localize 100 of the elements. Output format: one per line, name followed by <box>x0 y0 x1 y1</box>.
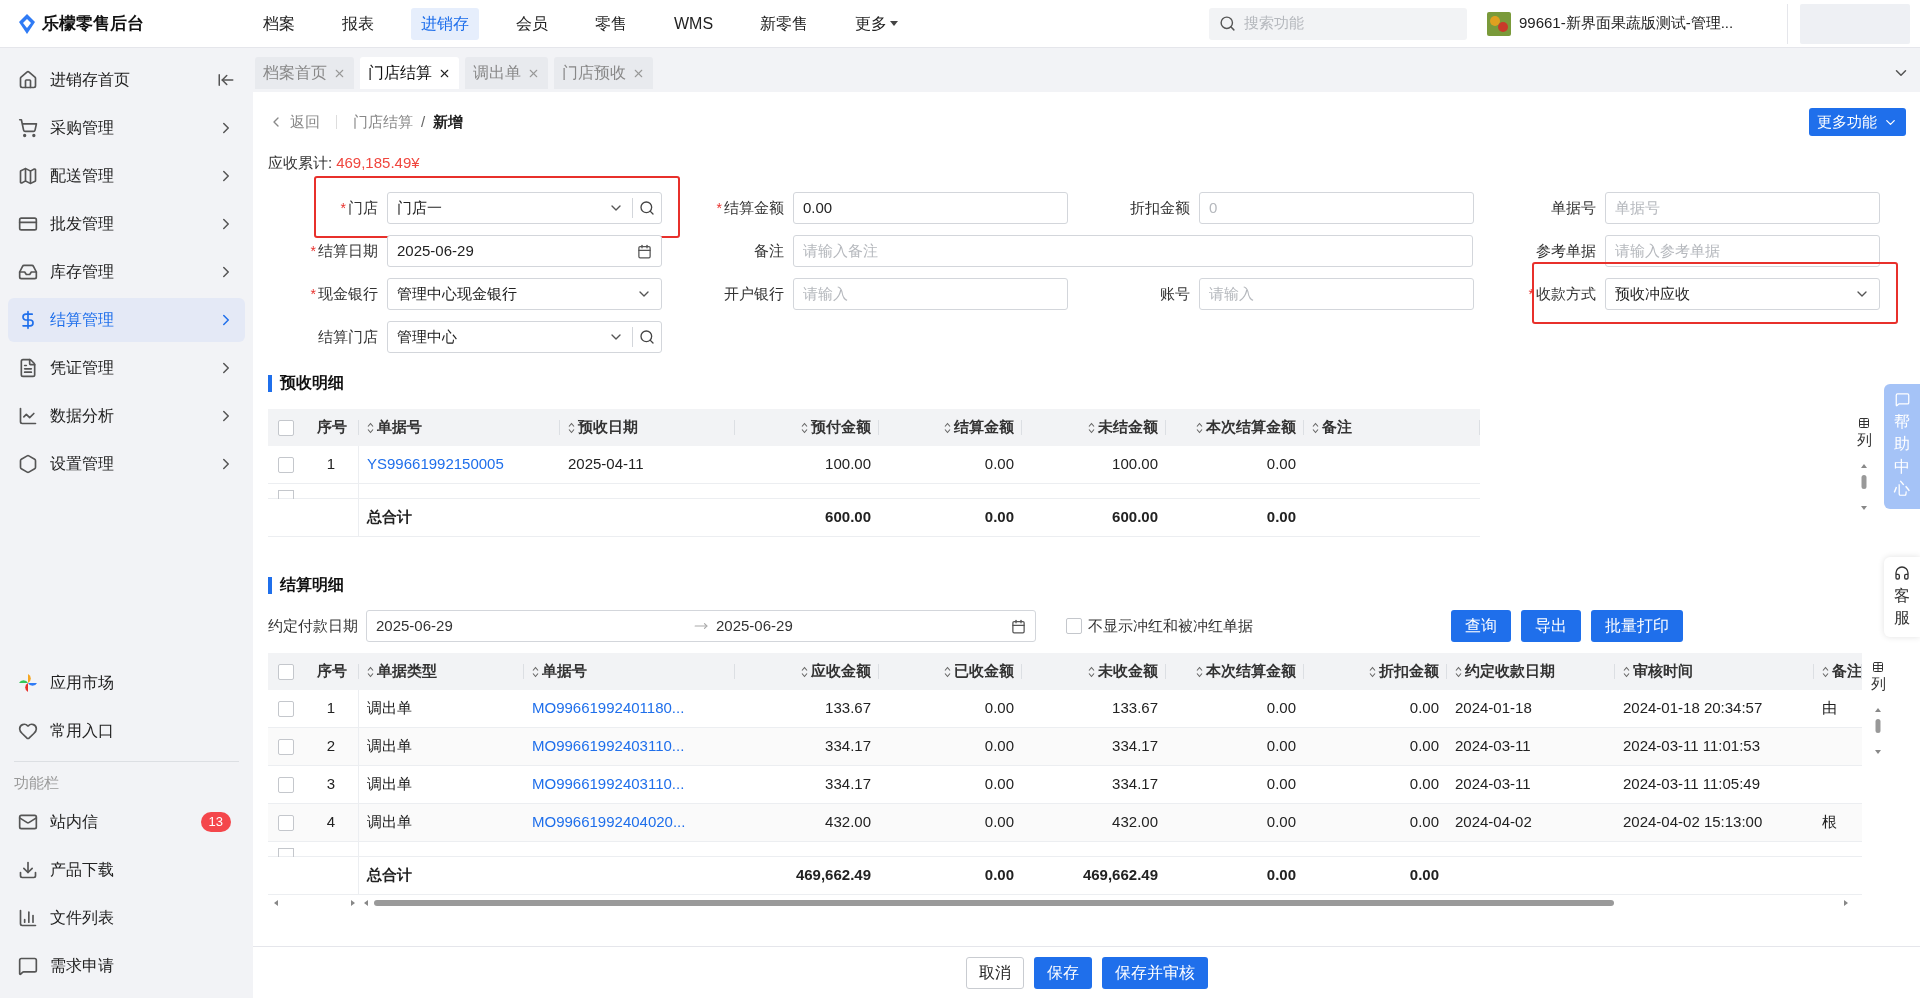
total-cell-text: 0.00 <box>1266 507 1296 528</box>
footer-button[interactable]: 取消 <box>965 956 1024 989</box>
document-link[interactable]: MO99661992403110... <box>532 773 685 796</box>
table-cell-text: 0.00 <box>1266 774 1296 795</box>
checkbox[interactable] <box>278 776 294 793</box>
more-functions-button[interactable]: 更多功能 <box>1809 108 1906 136</box>
sidebar-item[interactable]: 常用入口 <box>8 708 245 753</box>
row-number: 4 <box>326 812 336 833</box>
column-header[interactable]: 折扣金额 <box>1379 660 1439 683</box>
input-field[interactable]: 0.00 <box>793 192 1068 224</box>
sidebar-item[interactable]: 产品下载 <box>8 848 245 892</box>
search-icon[interactable] <box>639 200 655 216</box>
collapse-icon[interactable] <box>217 71 235 89</box>
nav-tab[interactable]: 更多 <box>845 7 909 40</box>
column-header[interactable]: 未收金额 <box>1098 660 1158 683</box>
action-button[interactable]: 批量打印 <box>1591 610 1683 642</box>
search-icon[interactable] <box>639 329 655 345</box>
sidebar-item[interactable]: 数据分析 <box>8 394 245 438</box>
column-settings-button[interactable]: 列 <box>1870 661 1886 696</box>
column-header[interactable]: 单据号 <box>542 660 587 683</box>
column-header[interactable]: 本次结算金额 <box>1206 660 1296 683</box>
nav-tab[interactable]: 会员 <box>506 7 558 40</box>
total-cell-text: 总合计 <box>367 865 412 886</box>
row-number: 2 <box>326 736 336 757</box>
table-cell-text: 0.00 <box>1409 812 1439 833</box>
document-link[interactable]: MO99661992403110... <box>532 735 685 758</box>
action-button[interactable]: 导出 <box>1521 610 1581 642</box>
sidebar-item[interactable]: 需求申请 <box>8 944 245 988</box>
column-header[interactable]: 未结金额 <box>1098 416 1158 439</box>
breadcrumb-item[interactable]: 门店结算 <box>353 110 413 134</box>
nav-tab[interactable]: 零售 <box>585 7 637 40</box>
column-header[interactable]: 预付金额 <box>811 416 871 439</box>
checkbox[interactable] <box>278 814 294 831</box>
select-field[interactable]: 管理中心 <box>387 321 662 353</box>
checkbox[interactable] <box>278 456 294 473</box>
search-icon <box>1219 15 1236 32</box>
select-field[interactable]: 预收冲应收 <box>1605 278 1880 310</box>
sidebar-item[interactable]: 进销存首页 <box>8 58 245 102</box>
document-link[interactable]: MO99661992401180... <box>532 697 685 720</box>
sidebar-item[interactable]: 文件列表 <box>8 896 245 940</box>
nav-tab[interactable]: WMS <box>664 7 724 40</box>
total-cell-text: 0.00 <box>1266 865 1296 886</box>
sidebar-item[interactable]: 库存管理 <box>8 250 245 294</box>
column-header[interactable]: 序号 <box>316 660 347 683</box>
required-mark: * <box>310 241 316 261</box>
nav-tab[interactable]: 进销存 <box>411 7 479 40</box>
sidebar-item[interactable]: 配送管理 <box>8 154 245 198</box>
page-tab[interactable]: 门店结算 <box>360 57 459 89</box>
checkbox[interactable] <box>278 700 294 717</box>
table-cell-text: 调出单 <box>367 736 412 757</box>
column-header[interactable]: 本次结算金额 <box>1206 416 1296 439</box>
field-label: 开户银行 <box>724 283 784 304</box>
sidebar-item[interactable]: 站内信 13 <box>8 800 245 844</box>
column-header[interactable]: 单据号 <box>377 416 422 439</box>
checkbox-label[interactable]: 不显示冲红和被冲红单据 <box>1088 614 1253 638</box>
column-settings-button[interactable]: 列 <box>1856 417 1872 452</box>
footer-button[interactable]: 保存并审核 <box>1101 956 1208 989</box>
field-label: 结算门店 <box>318 326 378 347</box>
sidebar-item[interactable]: 采购管理 <box>8 106 245 150</box>
checkbox[interactable] <box>1066 618 1082 634</box>
document-link[interactable]: YS99661992150005 <box>367 453 504 476</box>
nav-tab[interactable]: 报表 <box>332 7 384 40</box>
table-cell-text: 0.00 <box>1266 698 1296 719</box>
total-cell-text: 0.00 <box>1409 865 1439 886</box>
column-header[interactable]: 约定收款日期 <box>1465 660 1555 683</box>
column-header[interactable]: 已收金额 <box>954 660 1014 683</box>
row-number: 1 <box>326 698 336 719</box>
sidebar-item[interactable]: 凭证管理 <box>8 346 245 390</box>
column-header[interactable]: 序号 <box>316 416 347 439</box>
checkbox[interactable] <box>278 738 294 755</box>
checkbox[interactable] <box>278 419 294 436</box>
date-field[interactable]: 2025-06-29 <box>387 235 662 267</box>
column-header[interactable]: 备注 <box>1322 416 1352 439</box>
sidebar-item[interactable]: 设置管理 <box>8 442 245 486</box>
select-field[interactable]: 管理中心现金银行 <box>387 278 662 310</box>
document-link[interactable]: MO99661992404020... <box>532 811 686 834</box>
column-header[interactable]: 单据类型 <box>377 660 437 683</box>
nav-tab[interactable]: 档案 <box>253 7 305 40</box>
store-name[interactable]: 99661-新界面果蔬版测试-管理... <box>1519 12 1734 35</box>
column-header[interactable]: 备注 <box>1832 660 1862 683</box>
customer-service-tab[interactable]: 客服 <box>1884 556 1920 638</box>
back-link[interactable]: 返回 <box>268 110 320 134</box>
select-field[interactable]: 门店一 <box>387 192 662 224</box>
column-header[interactable]: 预收日期 <box>578 416 638 439</box>
column-header[interactable]: 审核时间 <box>1633 660 1693 683</box>
table-cell-text: 0.00 <box>1409 774 1439 795</box>
field-label: 现金银行 <box>318 283 378 304</box>
nav-tab[interactable]: 新零售 <box>750 7 819 40</box>
checkbox[interactable] <box>278 663 294 680</box>
action-button[interactable]: 查询 <box>1451 610 1511 642</box>
field-value: 0.00 <box>803 197 834 218</box>
date-range-field[interactable]: 2025-06-29 2025-06-29 <box>366 610 1036 642</box>
column-header[interactable]: 结算金额 <box>954 416 1014 439</box>
table-cell-text: 调出单 <box>367 774 412 795</box>
sidebar-item[interactable]: 结算管理 <box>8 298 245 342</box>
footer-button[interactable]: 保存 <box>1033 956 1092 989</box>
field-value: 管理中心 <box>397 326 458 347</box>
column-header[interactable]: 应收金额 <box>811 660 871 683</box>
sidebar-item[interactable]: 批发管理 <box>8 202 245 246</box>
sidebar-item[interactable]: 应用市场 <box>8 660 245 705</box>
